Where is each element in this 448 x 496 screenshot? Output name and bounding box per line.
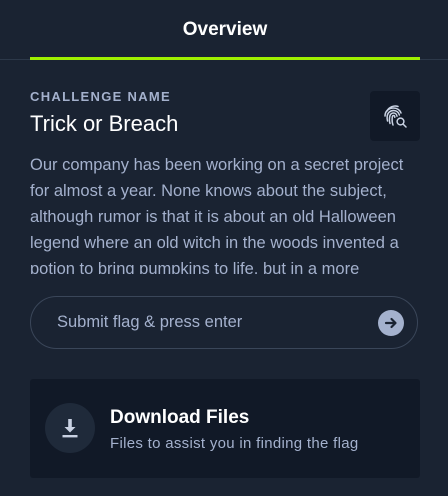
flag-input[interactable] [31, 297, 378, 348]
download-files-subtitle: Files to assist you in finding the flag [110, 435, 359, 452]
fingerprint-search-icon [384, 105, 407, 128]
download-files-title: Download Files [110, 407, 250, 428]
submit-flag-button[interactable] [378, 309, 404, 336]
tab-bar: Overview [0, 0, 448, 60]
download-files-card[interactable]: Download Files Files to assist you in fi… [30, 379, 420, 478]
flag-form [30, 296, 418, 349]
active-tab-indicator [30, 57, 420, 60]
tab-overview-label: Overview [182, 19, 268, 40]
tab-overview[interactable]: Overview [30, 0, 420, 60]
download-icon-container [45, 403, 95, 453]
arrow-right-icon [384, 317, 397, 328]
challenge-description: Our company has been working on a secret… [30, 156, 404, 274]
challenge-name-label: CHALLENGE NAME [30, 89, 171, 104]
fingerprint-button[interactable] [370, 91, 420, 141]
challenge-title: Trick or Breach [30, 111, 179, 136]
download-icon [62, 419, 78, 438]
